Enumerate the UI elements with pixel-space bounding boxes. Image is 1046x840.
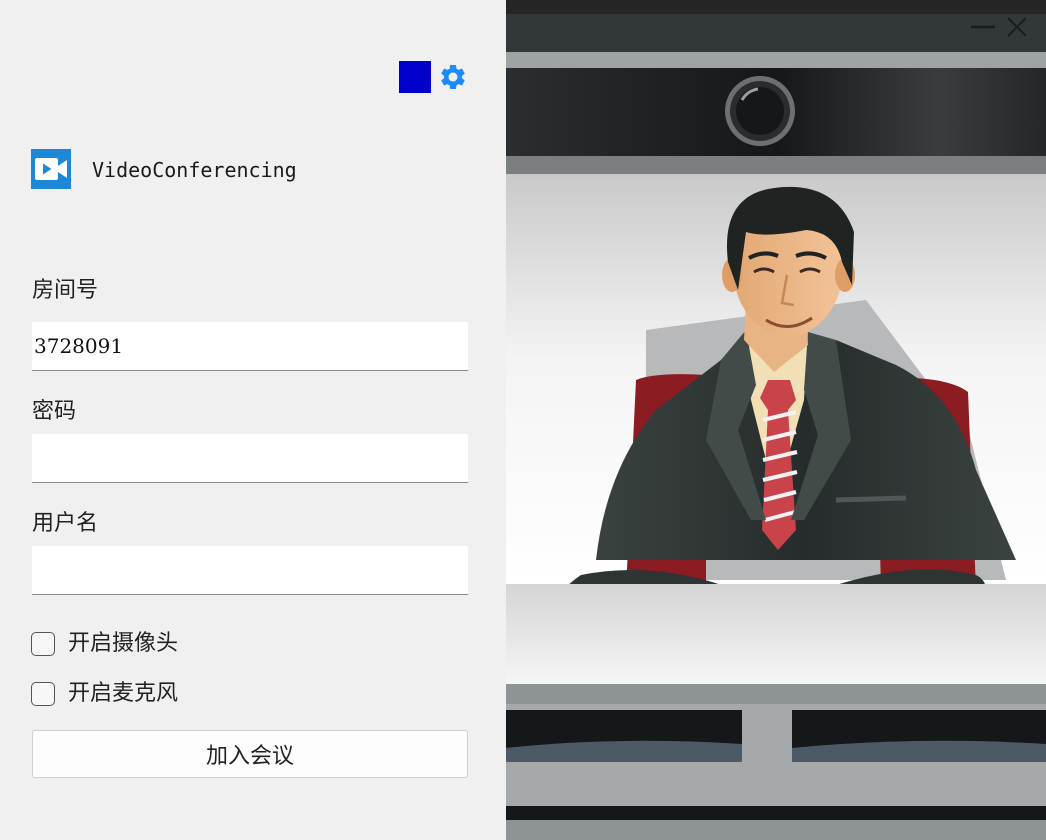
camera-checkbox-row[interactable]: 开启摄像头	[31, 630, 178, 658]
gear-icon	[438, 62, 468, 95]
illustration-panel	[506, 0, 1046, 840]
username-input[interactable]	[32, 546, 468, 595]
settings-button[interactable]	[436, 61, 470, 95]
room-number-input[interactable]	[32, 322, 468, 371]
join-meeting-button[interactable]: 加入会议	[32, 730, 468, 778]
app-title: VideoConferencing	[92, 158, 297, 182]
login-window: VideoConferencing 房间号 密码 用户名 开启摄像头 开启麦克风…	[0, 0, 1046, 840]
video-camera-icon	[31, 149, 71, 189]
close-button[interactable]	[1000, 12, 1034, 42]
microphone-checkbox-label: 开启麦克风	[68, 681, 179, 706]
microphone-checkbox-row[interactable]: 开启麦克风	[31, 680, 178, 708]
username-label: 用户名	[32, 511, 99, 536]
camera-checkbox[interactable]	[31, 632, 55, 656]
password-label: 密码	[32, 399, 77, 424]
close-icon	[1006, 16, 1028, 38]
theme-color-swatch[interactable]	[399, 61, 431, 93]
login-panel: VideoConferencing 房间号 密码 用户名 开启摄像头 开启麦克风…	[0, 0, 506, 840]
minimize-button[interactable]	[966, 12, 1000, 42]
room-number-label: 房间号	[32, 278, 99, 303]
password-input[interactable]	[32, 434, 468, 483]
camera-checkbox-label: 开启摄像头	[68, 631, 179, 656]
businessman-illustration	[506, 0, 1046, 840]
microphone-checkbox[interactable]	[31, 682, 55, 706]
minimize-icon	[970, 17, 996, 37]
window-controls	[966, 12, 1034, 42]
